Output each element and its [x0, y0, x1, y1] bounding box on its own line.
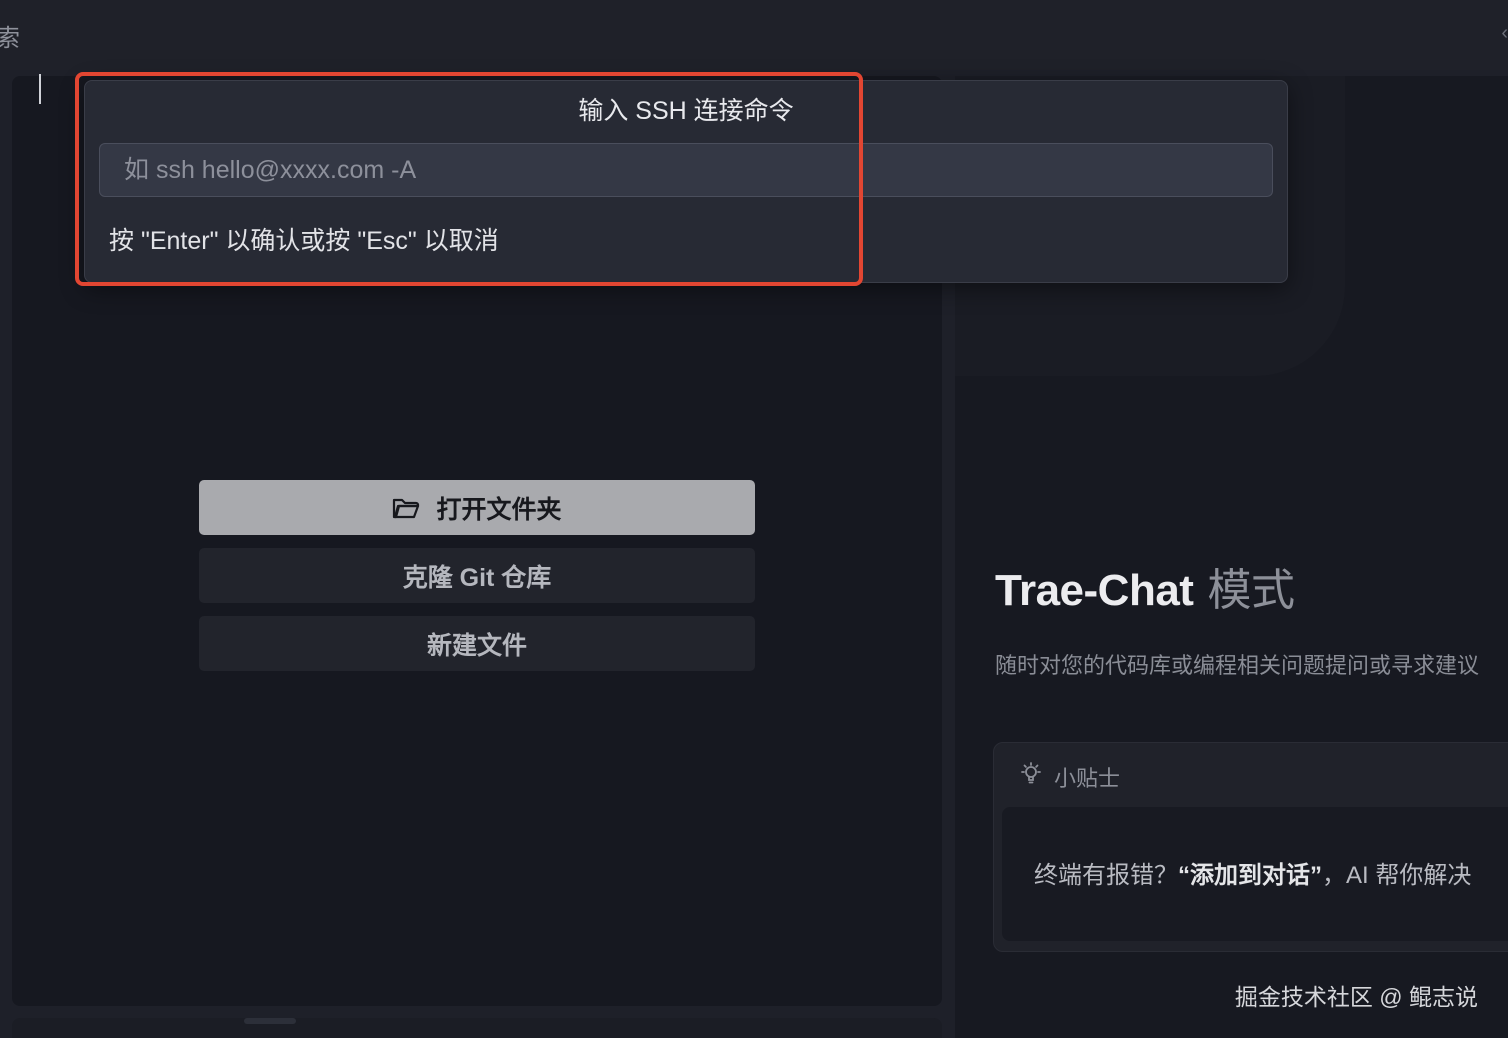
tips-card: 小贴士 终端有报错？“添加到对话”，AI 帮你解决 — [993, 742, 1508, 952]
clone-git-label: 克隆 Git 仓库 — [402, 563, 552, 592]
bottom-panel — [12, 1018, 942, 1038]
open-folder-button[interactable]: 打开文件夹 — [199, 480, 755, 535]
new-file-label: 新建文件 — [426, 631, 527, 660]
bottom-tab[interactable] — [244, 1018, 296, 1024]
chevron-left-icon[interactable]: ‹ — [1501, 22, 1508, 45]
tips-text-bold: “添加到对话” — [1178, 862, 1322, 889]
top-bar: 索 ‹ — [0, 0, 1508, 70]
welcome-actions: 打开文件夹 克隆 Git 仓库 新建文件 — [199, 480, 755, 684]
tips-text-suffix: ，AI 帮你解决 — [1322, 862, 1472, 889]
folder-icon — [392, 496, 420, 520]
text-caret — [39, 74, 41, 104]
chat-title-mode: 模式 — [1207, 566, 1295, 615]
new-file-button[interactable]: 新建文件 — [199, 616, 755, 671]
chat-title-name: Trae-Chat — [995, 566, 1194, 615]
watermark: 掘金技术社区 @ 鲲志说 — [1234, 984, 1478, 1010]
open-folder-label: 打开文件夹 — [436, 495, 562, 524]
chat-title: Trae-Chat 模式 — [995, 554, 1295, 618]
tips-body: 终端有报错？“添加到对话”，AI 帮你解决 — [1002, 807, 1508, 941]
clone-git-button[interactable]: 克隆 Git 仓库 — [199, 548, 755, 603]
chat-subtitle: 随时对您的代码库或编程相关问题提问或寻求建议 — [995, 653, 1480, 678]
tips-header: 小贴士 — [1018, 761, 1120, 793]
search-label[interactable]: 索 — [0, 18, 20, 53]
annotation-highlight-box — [75, 72, 863, 286]
tips-header-label: 小贴士 — [1054, 766, 1121, 791]
lightbulb-icon — [1018, 761, 1054, 793]
tips-text: 终端有报错？“添加到对话”，AI 帮你解决 — [1034, 855, 1471, 890]
tips-text-prefix: 终端有报错？ — [1034, 862, 1178, 889]
ide-window: 索 ‹ 打开文件夹 克隆 Git 仓库 新建文件 Trae-Chat 模式 随时… — [0, 0, 1508, 1038]
